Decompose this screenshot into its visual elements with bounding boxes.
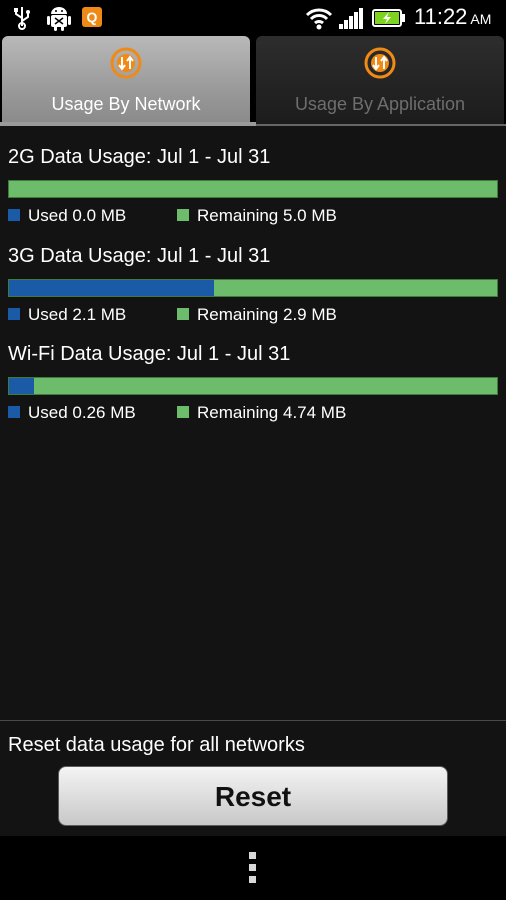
tab-label: Usage By Network	[51, 94, 201, 114]
legend-used: Used 0.26 MB	[8, 403, 136, 423]
status-bar: Q 11:22 AM	[0, 0, 506, 36]
menu-bar	[0, 836, 506, 900]
signal-icon	[339, 8, 363, 29]
clock-time: 11:22	[414, 4, 468, 29]
remaining-label: Remaining 4.74 MB	[197, 403, 347, 422]
section-title: 3G Data Usage: Jul 1 - Jul 31	[8, 245, 271, 267]
used-label: Used 0.0 MB	[28, 206, 127, 225]
network-usage-3g: 3G Data Usage: Jul 1 - Jul 31 Used 2.1 M…	[8, 245, 500, 324]
tab-usage-by-application[interactable]: Usage By Application	[256, 36, 504, 124]
section-title: 2G Data Usage: Jul 1 - Jul 31	[8, 146, 271, 168]
network-usage-wifi: Wi-Fi Data Usage: Jul 1 - Jul 31 Used 0.…	[8, 343, 500, 422]
legend-used: Used 2.1 MB	[8, 305, 126, 325]
usb-icon	[14, 7, 30, 30]
usage-bar	[8, 377, 498, 395]
legend-remaining: Remaining 5.0 MB	[177, 206, 337, 226]
reset-caption: Reset data usage for all networks	[8, 734, 305, 756]
section-title: Wi-Fi Data Usage: Jul 1 - Jul 31	[8, 343, 291, 365]
tab-label: Usage By Application	[294, 94, 466, 114]
clock-ampm: AM	[470, 11, 492, 27]
usage-bar	[8, 180, 498, 198]
reset-button[interactable]: Reset	[58, 766, 448, 826]
usage-bar	[8, 279, 498, 297]
legend-remaining: Remaining 4.74 MB	[177, 403, 346, 423]
remaining-swatch	[177, 308, 189, 321]
remaining-label: Remaining 5.0 MB	[197, 206, 337, 225]
tab-divider	[256, 124, 506, 126]
usage-legend: Used 0.0 MB Remaining 5.0 MB	[8, 206, 498, 226]
usage-bar-used	[9, 378, 35, 394]
tab-bar: Usage By Network Usage By Application	[0, 36, 506, 126]
used-swatch	[8, 406, 20, 419]
usage-bar-used	[9, 280, 214, 296]
usage-legend: Used 2.1 MB Remaining 2.9 MB	[8, 305, 498, 325]
remaining-label: Remaining 2.9 MB	[197, 305, 337, 324]
usage-legend: Used 0.26 MB Remaining 4.74 MB	[8, 403, 498, 423]
legend-remaining: Remaining 2.9 MB	[177, 305, 337, 325]
used-label: Used 0.26 MB	[28, 403, 136, 422]
legend-used: Used 0.0 MB	[8, 206, 126, 226]
tab-usage-by-network[interactable]: Usage By Network	[2, 36, 250, 124]
wifi-icon	[305, 8, 333, 30]
android-debug-icon	[47, 7, 71, 31]
battery-charging-icon	[372, 9, 405, 27]
data-transfer-icon	[110, 47, 142, 79]
divider	[0, 720, 506, 721]
overflow-menu-icon[interactable]	[249, 852, 256, 888]
used-swatch	[8, 209, 20, 222]
clock: 11:22 AM	[414, 4, 491, 30]
tab-indicator	[0, 122, 256, 126]
network-usage-2g: 2G Data Usage: Jul 1 - Jul 31 Used 0.0 M…	[8, 146, 500, 225]
remaining-swatch	[177, 406, 189, 419]
q-app-icon: Q	[82, 7, 102, 27]
used-label: Used 2.1 MB	[28, 305, 127, 324]
used-swatch	[8, 308, 20, 321]
remaining-swatch	[177, 209, 189, 222]
data-transfer-icon	[364, 47, 396, 79]
